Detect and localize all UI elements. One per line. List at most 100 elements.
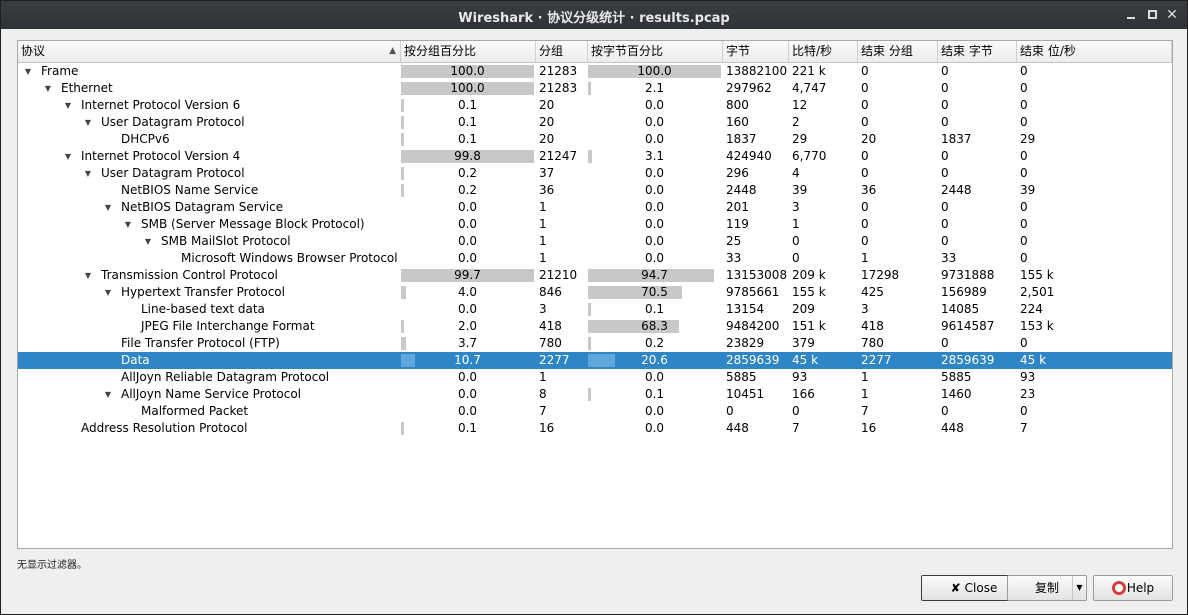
end-bps-cell: 0 <box>1020 200 1028 214</box>
maximize-icon[interactable] <box>1144 7 1160 23</box>
tree-row[interactable]: ▼ User Datagram Protocol 0.1 20 0.0 160 2 0 0 0 <box>18 114 1172 131</box>
tree-row[interactable]: ▼ SMB (Server Message Block Protocol) 0.0 1… <box>18 216 1172 233</box>
end-bps-cell: 93 <box>1020 370 1036 384</box>
tree-row[interactable]: NetBIOS Name Service 0.2 36 0.0 2448 39 36 2448… <box>18 182 1172 199</box>
column-header-pct-bytes[interactable]: 按字节百分比 <box>588 41 723 63</box>
tree-header: 协议 ▲ 按分组百分比 分组 按字节百分比 字节 比特/秒 结束 分组 结束 字… <box>18 41 1172 63</box>
column-label-pct-bytes: 按字节百分比 <box>591 44 664 58</box>
pct-bytes-cell-value: 0.0 <box>644 115 665 129</box>
end-bps-cell: 7 <box>1020 421 1028 435</box>
tree-row[interactable]: Address Resolution Protocol 0.1 16 0.0 448 7 1… <box>18 420 1172 437</box>
tree-row[interactable]: JPEG File Interchange Format 2.0 418 68.3 94… <box>18 318 1172 335</box>
packets-cell: 1 <box>539 200 547 214</box>
chevron-down-icon[interactable]: ▼ <box>1072 576 1086 600</box>
end-packets-cell: 0 <box>861 98 869 112</box>
help-button-label: Help <box>1126 581 1155 595</box>
pct-packets-cell: 0.1 <box>401 131 534 148</box>
tree-row[interactable]: AllJoyn Reliable Datagram Protocol 0.0 1 0.… <box>18 369 1172 386</box>
column-label-pct-packets: 按分组百分比 <box>404 44 477 58</box>
expand-chevron-icon[interactable]: ▼ <box>62 148 74 165</box>
bytes-cell: 33 <box>726 251 742 265</box>
protocol-cell: File Transfer Protocol (FTP) <box>18 335 399 352</box>
pct-packets-cell-value: 0.0 <box>457 302 478 316</box>
protocol-cell: Line-based text data <box>18 301 399 318</box>
tree-row[interactable]: ▼ User Datagram Protocol 0.2 37 0.0 296 4 0 0 0 <box>18 165 1172 182</box>
packets-cell: 2277 <box>539 353 570 367</box>
tree-row[interactable]: Malformed Packet 0.0 7 0.0 0 0 7 0 0 <box>18 403 1172 420</box>
expand-chevron-icon[interactable]: ▼ <box>122 216 134 233</box>
column-header-end-bps[interactable]: 结束 位/秒 <box>1017 41 1172 63</box>
minimize-icon[interactable] <box>1123 7 1139 23</box>
tree-row[interactable]: ▼ SMB MailSlot Protocol 0.0 1 0.0 25 0 0 0 0 <box>18 233 1172 250</box>
expand-chevron-icon[interactable]: ▼ <box>22 63 34 80</box>
packets-cell: 20 <box>539 98 555 112</box>
column-header-end-bytes[interactable]: 结束 字节 <box>938 41 1017 63</box>
pct-packets-cell-value: 99.8 <box>454 149 481 163</box>
tree-row[interactable]: Data 10.7 2277 20.6 2859639 45 k 2277 2859639 45… <box>18 352 1172 369</box>
expand-chevron-icon[interactable]: ▼ <box>102 284 114 301</box>
expand-chevron-icon[interactable]: ▼ <box>142 233 154 250</box>
help-button[interactable]: Help <box>1093 575 1173 601</box>
end-packets-cell: 780 <box>861 336 884 350</box>
bytes-cell: 297962 <box>726 81 772 95</box>
tree-row[interactable]: DHCPv6 0.1 20 0.0 1837 29 20 1837 29 <box>18 131 1172 148</box>
column-header-end-packets[interactable]: 结束 分组 <box>858 41 938 63</box>
pct-packets-cell: 99.7 <box>401 267 534 284</box>
end-bytes-cell: 0 <box>941 166 949 180</box>
end-bps-cell: 0 <box>1020 336 1028 350</box>
tree-row[interactable]: ▼ Transmission Control Protocol 99.7 21210 9… <box>18 267 1172 284</box>
end-packets-cell: 2277 <box>861 353 892 367</box>
tree-row[interactable]: ▼ NetBIOS Datagram Service 0.0 1 0.0 201 3 0 0 0 <box>18 199 1172 216</box>
protocol-name: Internet Protocol Version 4 <box>81 149 241 163</box>
pct-packets-cell-value: 99.7 <box>454 268 481 282</box>
pct-bytes-cell-value: 0.0 <box>644 166 665 180</box>
column-header-pct-packets[interactable]: 按分组百分比 <box>401 41 536 63</box>
pct-packets-cell: 100.0 <box>401 80 534 97</box>
pct-bytes-cell-value: 0.0 <box>644 217 665 231</box>
packets-cell: 21247 <box>539 149 578 163</box>
end-packets-cell: 1 <box>861 251 869 265</box>
lifebuoy-icon <box>1111 581 1126 595</box>
column-header-protocol[interactable]: 协议 ▲ <box>18 41 401 63</box>
tree-row[interactable]: Line-based text data 0.0 3 0.1 13154 209 3 1408… <box>18 301 1172 318</box>
bps-cell: 39 <box>792 183 808 197</box>
tree-row[interactable]: ▼ AllJoyn Name Service Protocol 0.0 8 0.1 104… <box>18 386 1172 403</box>
end-bps-cell: 0 <box>1020 81 1028 95</box>
pct-packets-cell-value: 100.0 <box>450 64 485 78</box>
tree-row[interactable]: File Transfer Protocol (FTP) 3.7 780 0.2 238… <box>18 335 1172 352</box>
pct-packets-cell-value: 0.1 <box>457 98 478 112</box>
tree-row[interactable]: ▼ Internet Protocol Version 4 99.8 21247 3.1… <box>18 148 1172 165</box>
tree-row[interactable]: Microsoft Windows Browser Protocol 0.0 1 0.… <box>18 250 1172 267</box>
expand-chevron-icon[interactable]: ▼ <box>102 386 114 403</box>
bps-cell: 4,747 <box>792 81 827 95</box>
expand-chevron-icon[interactable]: ▼ <box>42 80 54 97</box>
expand-chevron-icon[interactable]: ▼ <box>102 199 114 216</box>
protocol-name: Ethernet <box>61 81 113 95</box>
protocol-name: Malformed Packet <box>141 404 249 418</box>
expand-chevron-icon[interactable]: ▼ <box>82 165 94 182</box>
close-window-icon[interactable]: ✕ <box>1164 7 1180 23</box>
tree-row[interactable]: ▼ Internet Protocol Version 6 0.1 20 0.0 800 1… <box>18 97 1172 114</box>
end-bytes-cell: 0 <box>941 64 949 78</box>
pct-bytes-cell: 70.5 <box>588 284 721 301</box>
copy-button[interactable]: 复制 ▼ <box>1007 575 1087 601</box>
expand-chevron-icon[interactable]: ▼ <box>82 267 94 284</box>
column-header-bytes[interactable]: 字节 <box>723 41 789 63</box>
pct-packets-cell-value: 0.0 <box>457 251 478 265</box>
tree-row[interactable]: ▼ Frame 100.0 21283 100.0 13882100 221 k 0 0 0 <box>18 63 1172 80</box>
pct-packets-cell-value: 0.0 <box>457 404 478 418</box>
title-bar[interactable]: Wireshark · 协议分级统计 · results.pcap ✕ <box>1 1 1187 29</box>
pct-packets-cell-value: 0.1 <box>457 115 478 129</box>
expand-chevron-icon[interactable]: ▼ <box>62 97 74 114</box>
column-label-end-bps: 结束 位/秒 <box>1020 44 1076 58</box>
end-bytes-cell: 0 <box>941 149 949 163</box>
expand-chevron-icon[interactable]: ▼ <box>82 114 94 131</box>
bps-cell: 2 <box>792 115 800 129</box>
tree-row[interactable]: ▼ Ethernet 100.0 21283 2.1 297962 4,747 0 0 0 <box>18 80 1172 97</box>
protocol-hierarchy-tree[interactable]: 协议 ▲ 按分组百分比 分组 按字节百分比 字节 比特/秒 结束 分组 结束 字… <box>17 40 1173 549</box>
tree-row[interactable]: ▼ Hypertext Transfer Protocol 4.0 846 70.5 97… <box>18 284 1172 301</box>
column-header-packets[interactable]: 分组 <box>536 41 588 63</box>
column-header-bps[interactable]: 比特/秒 <box>789 41 858 63</box>
pct-packets-cell: 100.0 <box>401 63 534 80</box>
pct-bytes-cell: 0.0 <box>588 216 721 233</box>
